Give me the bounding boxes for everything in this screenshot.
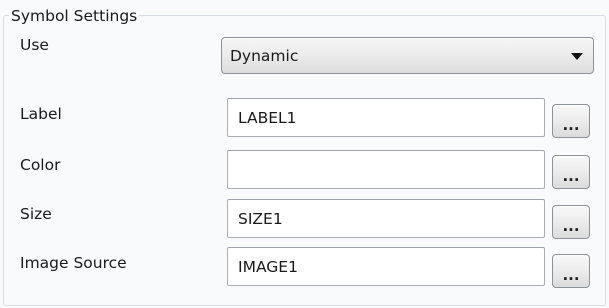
color-field[interactable] [227, 150, 545, 189]
label-browse-button[interactable]: ... [552, 104, 590, 138]
use-selected-value: Dynamic [230, 47, 299, 65]
color-label: Color [20, 156, 61, 174]
color-browse-label: ... [562, 167, 580, 185]
image-source-label: Image Source [20, 254, 127, 272]
label-label: Label [20, 105, 62, 123]
image-source-browse-button[interactable]: ... [552, 254, 590, 288]
image-source-field[interactable]: IMAGE1 [227, 247, 545, 286]
size-field[interactable]: SIZE1 [227, 199, 545, 238]
image-source-browse-label: ... [562, 266, 580, 284]
label-browse-label: ... [562, 116, 580, 134]
group-title: Symbol Settings [9, 7, 140, 25]
chevron-down-icon [571, 53, 583, 60]
use-label: Use [20, 36, 49, 54]
label-field[interactable]: LABEL1 [227, 98, 545, 137]
use-dropdown[interactable]: Dynamic [221, 37, 594, 74]
size-browse-label: ... [562, 217, 580, 235]
size-browse-button[interactable]: ... [552, 205, 590, 239]
size-label: Size [20, 205, 52, 223]
color-browse-button[interactable]: ... [552, 155, 590, 189]
